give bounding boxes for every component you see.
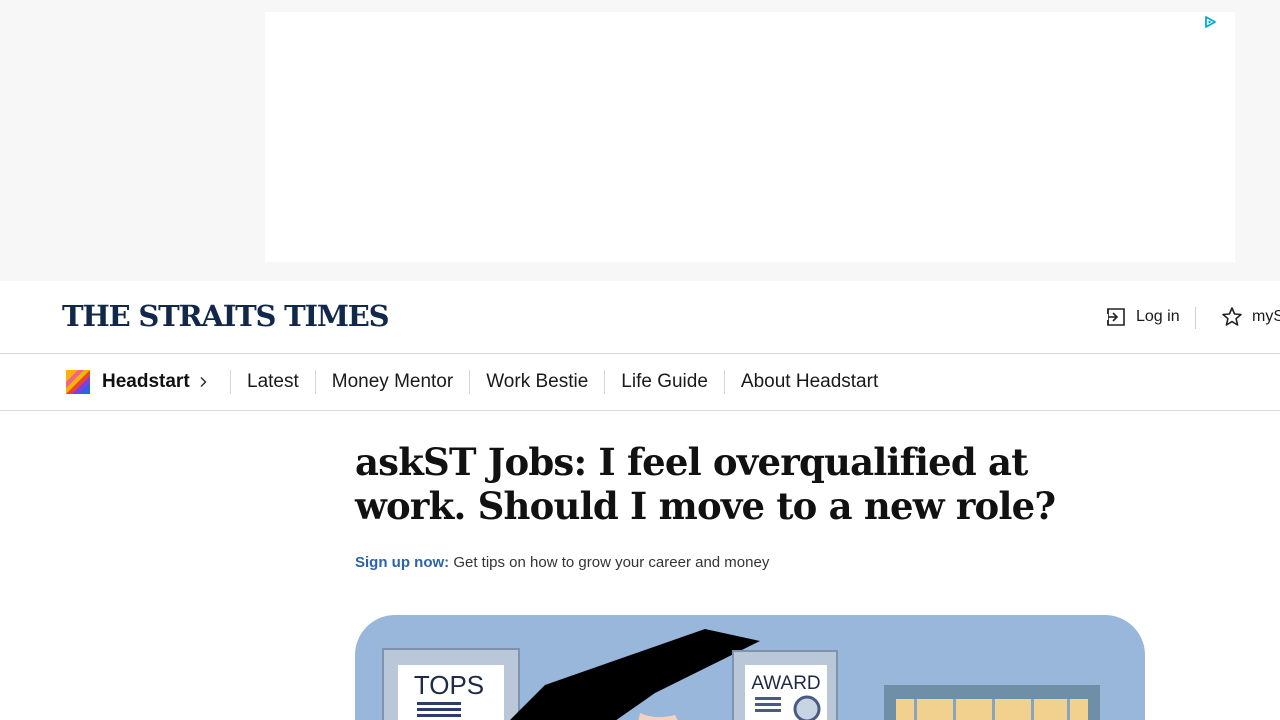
signup-text: Get tips on how to grow your career and …	[449, 554, 770, 571]
section-nav-links: Latest Money Mentor Work Bestie Life Gui…	[230, 370, 894, 394]
myst-button[interactable]: myS	[1220, 303, 1280, 331]
chevron-right-icon	[200, 376, 207, 388]
ad-banner-area	[0, 0, 1280, 281]
site-logo[interactable]: THE STRAITS TIMES	[62, 299, 390, 333]
tops-certificate: TOPS	[382, 648, 520, 720]
headstart-brand-link[interactable]: Headstart	[66, 370, 208, 394]
shelf-board	[884, 685, 1100, 720]
brand-label: Headstart	[102, 371, 190, 392]
ad-slot[interactable]	[265, 12, 1235, 262]
adchoices-icon[interactable]	[1203, 15, 1217, 29]
hero-illustration: TOPS AWARD	[382, 629, 1100, 720]
section-nav: Headstart Latest Money Mentor Work Besti…	[0, 354, 1280, 411]
nav-item-money-mentor[interactable]: Money Mentor	[314, 370, 469, 394]
award-sign-text: AWARD	[751, 673, 820, 694]
graduation-cap	[510, 629, 760, 720]
article-headline: askST Jobs: I feel overqualified at work…	[355, 440, 1056, 528]
signup-link[interactable]: Sign up now:	[355, 554, 449, 571]
headstart-logo-icon	[66, 370, 90, 394]
nav-item-latest[interactable]: Latest	[230, 370, 315, 394]
login-icon	[1105, 308, 1125, 326]
myst-label: myS	[1252, 308, 1280, 325]
star-icon	[1222, 307, 1242, 326]
award-certificate: AWARD	[732, 650, 838, 720]
nav-item-life-guide[interactable]: Life Guide	[604, 370, 724, 394]
login-label: Log in	[1136, 308, 1180, 325]
article-hero-image: TOPS AWARD	[355, 615, 1145, 720]
login-button[interactable]: Log in	[1104, 303, 1180, 331]
signup-prompt: Sign up now: Get tips on how to grow you…	[355, 553, 769, 573]
nav-item-work-bestie[interactable]: Work Bestie	[469, 370, 604, 394]
tops-sign-text: TOPS	[414, 670, 484, 700]
masthead: THE STRAITS TIMES Log in myS	[0, 281, 1280, 354]
nav-item-about-headstart[interactable]: About Headstart	[723, 370, 894, 394]
masthead-divider	[1195, 307, 1196, 329]
